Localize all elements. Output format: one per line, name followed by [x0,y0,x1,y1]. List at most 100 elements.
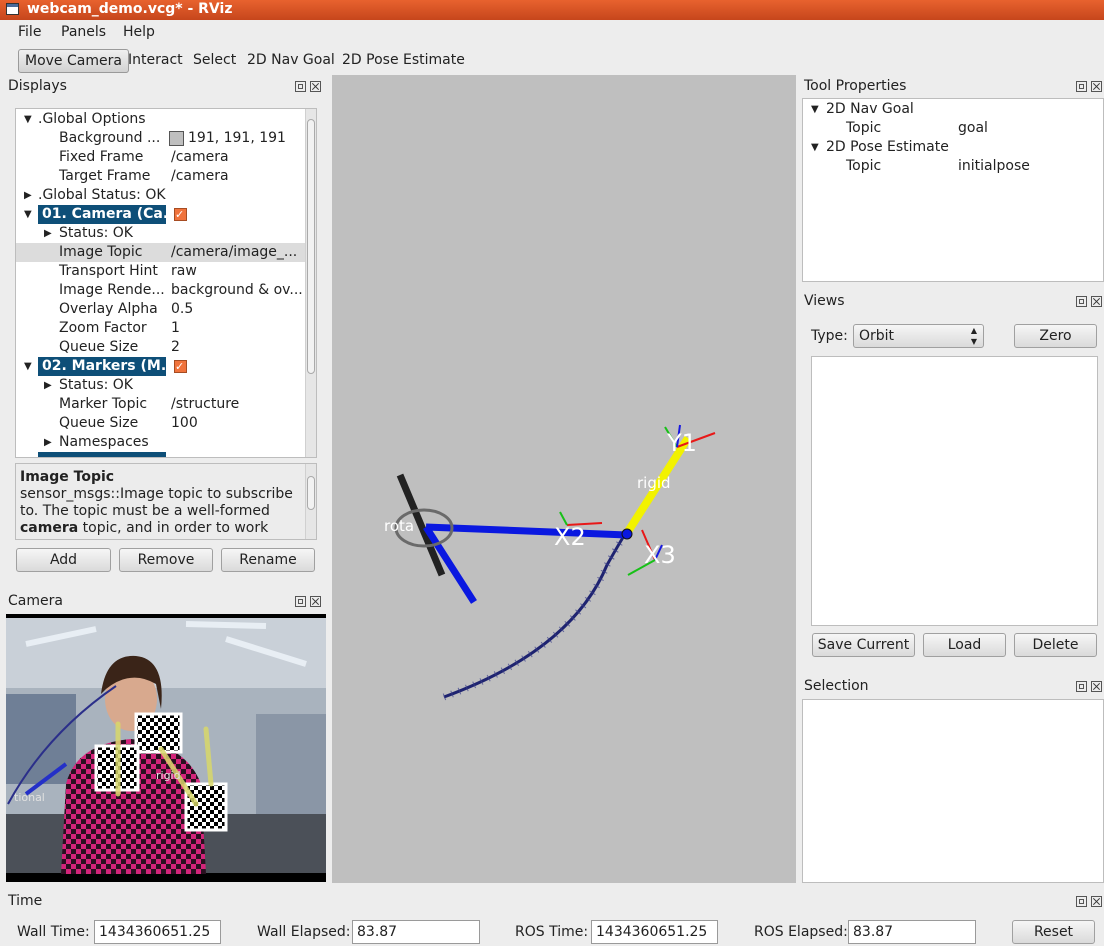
help-title: Image Topic [20,469,115,485]
close-icon[interactable] [1091,896,1102,907]
expand-right-icon[interactable]: ▶ [44,433,52,452]
expand-right-icon[interactable]: ▶ [44,376,52,395]
expand-down-icon[interactable]: ▼ [24,110,32,129]
render-viewport[interactable]: Y1 X2 X3 rigid rota [332,75,796,883]
scrollbar-thumb[interactable] [307,119,315,374]
camera-overlay-label-rotational: tional [14,791,45,804]
reset-button[interactable]: Reset [1012,920,1095,944]
help-line-3: topic, and in order to work [78,520,269,536]
tree-row-overlay-alpha[interactable]: Overlay Alpha 0.5 [16,300,306,319]
color-swatch[interactable] [169,131,184,146]
selection-panel-buttons [1072,681,1102,695]
tool-row-nav-goal-topic[interactable]: Topic goal [803,119,1093,138]
rename-display-button[interactable]: Rename [221,548,315,572]
tree-row-fixed-frame[interactable]: Fixed Frame /camera [16,148,306,167]
frame-label-x3: X3 [644,541,676,569]
tree-row-target-frame[interactable]: Target Frame /camera [16,167,306,186]
zero-button[interactable]: Zero [1014,324,1097,348]
select-tool[interactable]: Select [187,49,242,71]
property-help-box: Image Topic sensor_msgs::Image topic to … [15,463,317,540]
webcam-frame-illustration: rigid tional [6,618,326,874]
menu-panels[interactable]: Panels [61,24,106,40]
tool-row-pose-estimate-topic[interactable]: Topic initialpose [803,157,1093,176]
tree-row-queue-size[interactable]: Queue Size 2 [16,338,306,357]
tree-row-camera-display[interactable]: ▼ 01. Camera (Ca... [24,205,304,224]
displays-tree: ▼ .Global Options Background ... 191, 19… [15,108,317,458]
close-icon[interactable] [1091,681,1102,692]
markers-enabled-checkbox[interactable] [174,357,187,376]
help-line-2: to. The topic must be a well-formed [20,503,270,519]
float-icon[interactable] [295,81,306,92]
tree-row-markers-display[interactable]: ▼ 02. Markers (M... [24,357,304,376]
close-icon[interactable] [310,81,321,92]
next-display-row[interactable] [38,452,166,457]
nav-goal-tool[interactable]: 2D Nav Goal [241,49,341,71]
scene-illustration: Y1 X2 X3 rigid rota [384,424,716,701]
menu-bar: File Panels Help [0,20,1104,44]
float-icon[interactable] [1076,81,1087,92]
tree-row-image-topic[interactable]: Image Topic /camera/image_... [16,243,306,262]
time-panel-title: Time [8,893,43,909]
tree-row-transport-hint[interactable]: Transport Hint raw [16,262,306,281]
pose-estimate-tool[interactable]: 2D Pose Estimate [336,49,471,71]
time-panel-buttons [1072,896,1102,910]
expand-down-icon[interactable]: ▼ [811,138,819,157]
wall-elapsed-label: Wall Elapsed: [257,924,351,940]
float-icon[interactable] [295,596,306,607]
float-icon[interactable] [1076,296,1087,307]
wall-time-label: Wall Time: [17,924,90,940]
view-type-value: Orbit [859,328,895,344]
tree-row-marker-queue-size[interactable]: Queue Size 100 [16,414,306,433]
camera-panel-title: Camera [8,593,63,609]
menu-file[interactable]: File [18,24,41,40]
wall-elapsed-field[interactable]: 83.87 [352,920,480,944]
float-icon[interactable] [1076,681,1087,692]
displays-scrollbar[interactable] [305,109,316,457]
window-icon [6,3,19,15]
link-label-rigid: rigid [637,474,671,492]
displays-panel-buttons [291,81,321,95]
expand-right-icon[interactable]: ▶ [24,186,32,205]
camera-panel-buttons [291,596,321,610]
close-icon[interactable] [1091,296,1102,307]
tool-properties-buttons [1072,81,1102,95]
float-icon[interactable] [1076,896,1087,907]
tree-row-zoom-factor[interactable]: Zoom Factor 1 [16,319,306,338]
delete-button[interactable]: Delete [1014,633,1097,657]
expand-down-icon[interactable]: ▼ [24,205,32,224]
save-current-button[interactable]: Save Current [812,633,915,657]
scrollbar-thumb[interactable] [307,476,315,510]
displays-panel-title: Displays [8,78,67,94]
toolbar: Move Camera Interact Select 2D Nav Goal … [0,46,1104,74]
camera-enabled-checkbox[interactable] [174,205,187,224]
tree-row-background[interactable]: Background ... 191, 191, 191 [16,129,306,148]
add-display-button[interactable]: Add [16,548,111,572]
joint-label-rotational: rota [384,517,414,535]
expand-down-icon[interactable]: ▼ [811,100,819,119]
ros-elapsed-field[interactable]: 83.87 [848,920,976,944]
ros-elapsed-label: ROS Elapsed: [754,924,848,940]
close-icon[interactable] [310,596,321,607]
ros-time-field[interactable]: 1434360651.25 [591,920,718,944]
saved-views-list[interactable] [811,356,1098,626]
tool-properties-title: Tool Properties [804,78,907,94]
expand-down-icon[interactable]: ▼ [24,357,32,376]
selection-tree[interactable] [802,699,1104,883]
view-type-select[interactable]: Orbit ▲ ▼ [853,324,984,348]
help-bold-word: camera [20,520,79,536]
move-camera-tool[interactable]: Move Camera [18,49,129,73]
help-scrollbar[interactable] [305,464,316,539]
remove-display-button[interactable]: Remove [119,548,213,572]
wall-time-field[interactable]: 1434360651.25 [94,920,221,944]
interact-tool[interactable]: Interact [122,49,189,71]
close-icon[interactable] [1091,81,1102,92]
camera-image-view[interactable]: rigid tional [6,614,326,882]
menu-help[interactable]: Help [123,24,155,40]
load-button[interactable]: Load [923,633,1006,657]
expand-right-icon[interactable]: ▶ [44,224,52,243]
window-title: webcam_demo.vcg* - RViz [27,1,233,17]
tree-row-image-render[interactable]: Image Rende... background & ov... [16,281,306,300]
ros-time-label: ROS Time: [515,924,589,940]
help-line-1: sensor_msgs::Image topic to subscribe [20,486,293,502]
tree-row-marker-topic[interactable]: Marker Topic /structure [16,395,306,414]
